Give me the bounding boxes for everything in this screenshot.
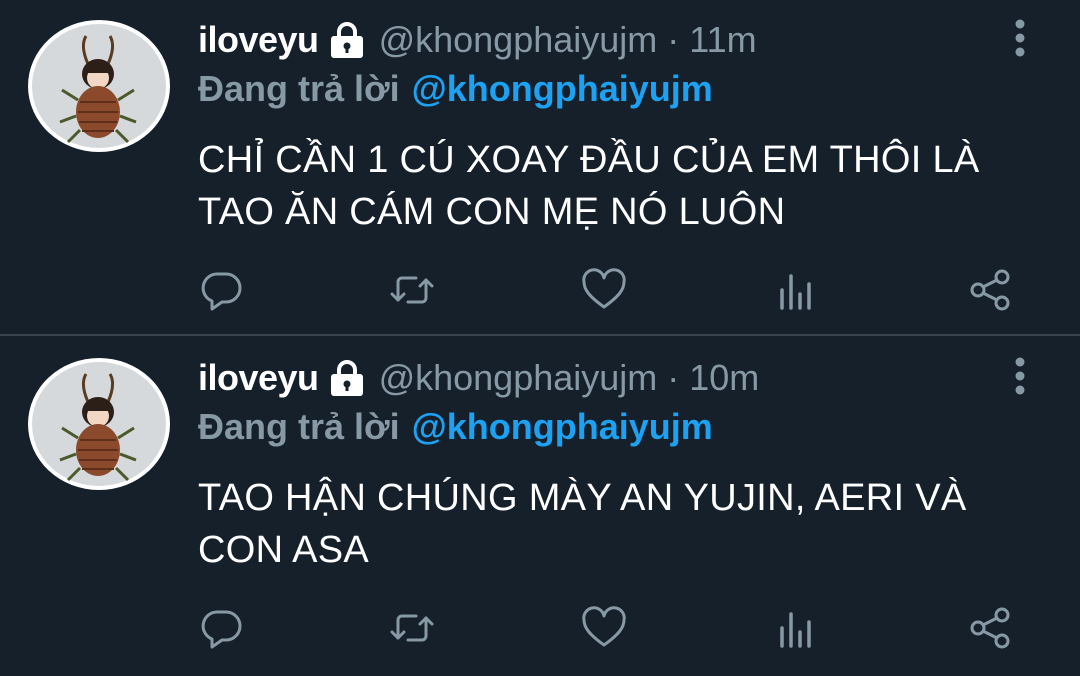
user-handle[interactable]: @khongphaiyujm xyxy=(379,19,658,61)
tweet[interactable]: iloveyu @khongphaiyujm · 10m Đang trả lờ… xyxy=(0,338,1080,676)
replying-to: Đang trả lời @khongphaiyujm xyxy=(198,68,713,110)
replying-to: Đang trả lời @khongphaiyujm xyxy=(198,406,713,448)
lock-icon xyxy=(327,358,367,398)
replying-to-handle[interactable]: @khongphaiyujm xyxy=(412,406,713,447)
display-name[interactable]: iloveyu xyxy=(198,357,319,399)
tweet-text: TAO HẬN CHÚNG MÀY AN YUJIN, AERI VÀ CON … xyxy=(198,477,967,571)
share-icon[interactable] xyxy=(966,266,1014,314)
tweet[interactable]: iloveyu @khongphaiyujm · 11m Đang trả lờ… xyxy=(0,0,1080,338)
more-vertical-icon[interactable] xyxy=(1010,18,1030,58)
avatar[interactable] xyxy=(28,358,170,490)
analytics-icon[interactable] xyxy=(772,604,820,652)
tweet-header: iloveyu @khongphaiyujm · 11m xyxy=(198,16,757,64)
replying-to-label: Đang trả lời xyxy=(198,68,400,109)
timestamp[interactable]: 10m xyxy=(689,357,759,399)
tweet-header: iloveyu @khongphaiyujm · 10m xyxy=(198,354,759,402)
cockroach-character-illustration xyxy=(59,35,137,144)
heart-icon[interactable] xyxy=(580,266,628,314)
analytics-icon[interactable] xyxy=(772,266,820,314)
tweet-text: CHỈ CẦN 1 CÚ XOAY ĐẦU CỦA EM THÔI LÀ TAO… xyxy=(198,139,980,233)
tweet-actions xyxy=(0,604,1080,654)
cockroach-character-illustration xyxy=(59,373,137,482)
avatar[interactable] xyxy=(28,20,170,152)
heart-icon[interactable] xyxy=(580,604,628,652)
replying-to-label: Đang trả lời xyxy=(198,406,400,447)
replying-to-handle[interactable]: @khongphaiyujm xyxy=(412,68,713,109)
tweet-divider xyxy=(0,334,1080,336)
lock-icon xyxy=(327,20,367,60)
separator-dot: · xyxy=(667,357,680,398)
share-icon[interactable] xyxy=(966,604,1014,652)
reply-icon[interactable] xyxy=(198,604,246,652)
retweet-icon[interactable] xyxy=(388,604,436,652)
tweet-feed: iloveyu @khongphaiyujm · 11m Đang trả lờ… xyxy=(0,0,1080,676)
avatar-image xyxy=(32,24,166,148)
user-handle[interactable]: @khongphaiyujm xyxy=(379,357,658,399)
tweet-actions xyxy=(0,266,1080,316)
timestamp[interactable]: 11m xyxy=(689,19,756,61)
more-vertical-icon[interactable] xyxy=(1010,356,1030,396)
avatar-image xyxy=(32,362,166,486)
separator-dot: · xyxy=(667,19,680,60)
display-name[interactable]: iloveyu xyxy=(198,19,319,61)
reply-icon[interactable] xyxy=(198,266,246,314)
retweet-icon[interactable] xyxy=(388,266,436,314)
